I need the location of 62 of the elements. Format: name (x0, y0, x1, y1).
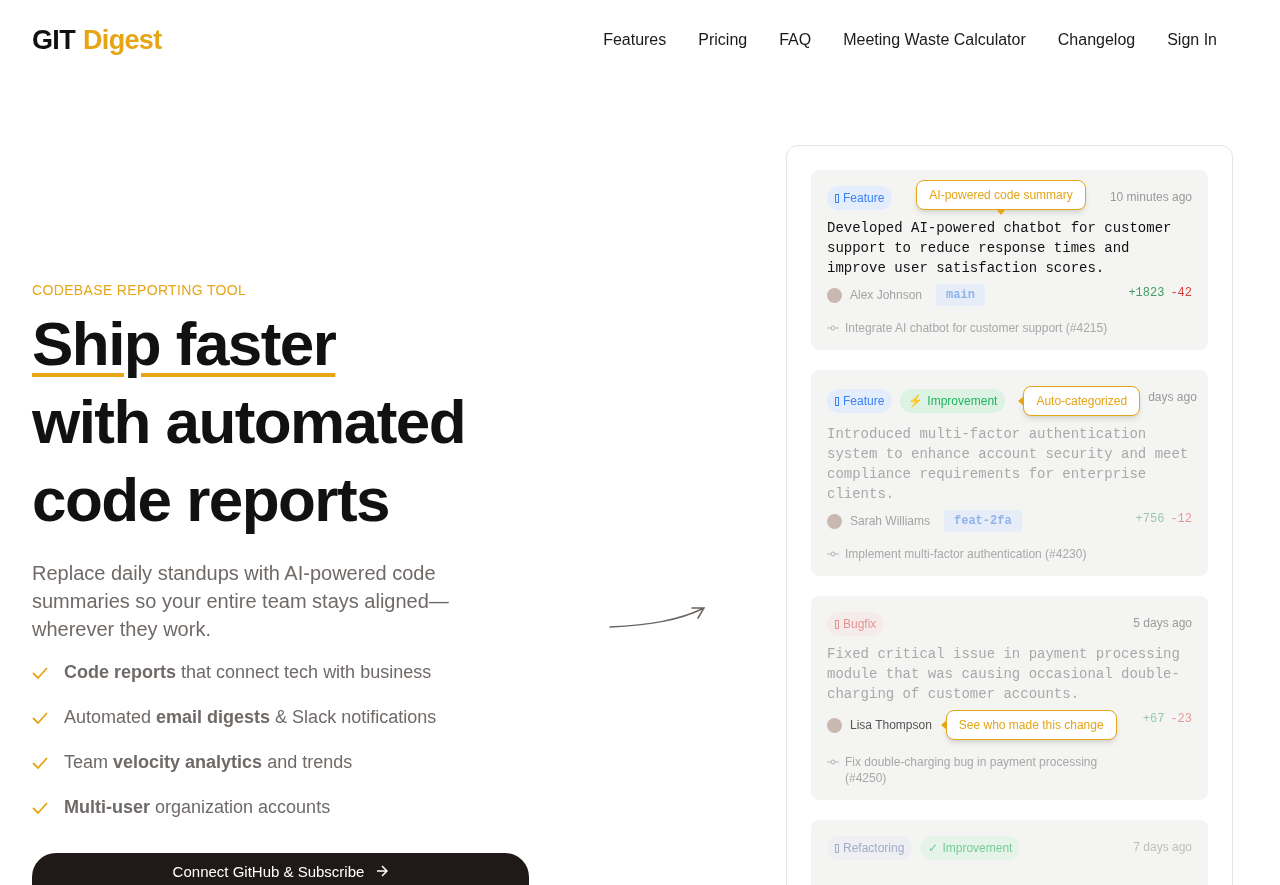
tooltip-pointer (996, 209, 1007, 215)
timestamp: 5 days ago (1133, 615, 1192, 632)
author-name: Alex Johnson (850, 287, 923, 304)
check-icon (32, 711, 48, 724)
category-tag: Feature (827, 186, 893, 210)
commit-title: Fix double-charging bug in payment processing (#4250) (845, 754, 1099, 786)
category-tag: Feature (827, 389, 893, 413)
commit-summary: Introduced multi-factor authentication system to enhance account security and meet compliance requirements for enterprise clients. (827, 425, 1190, 504)
tooltip-pointer (940, 720, 947, 730)
feature-text: Team velocity analytics and trends (64, 751, 353, 774)
commit-summary: Fixed critical issue in payment processing module that was causing occasional double-charging of customer accounts. (827, 645, 1181, 704)
additions-count: +1823 (1128, 285, 1165, 302)
author-name: Lisa Thompson (850, 717, 932, 734)
nav-link[interactable]: Sign In (1167, 28, 1217, 52)
commit-icon (827, 758, 839, 766)
avatar (827, 513, 842, 529)
avatar (827, 287, 842, 303)
check-icon (32, 756, 48, 769)
category-tag: ✓ Improvement (920, 836, 1021, 860)
deletions-count: -23 (1170, 711, 1192, 728)
additions-count: +756 (1135, 511, 1165, 528)
avatar (827, 717, 842, 733)
box-icon (835, 396, 839, 406)
connect-button[interactable]: Connect GitHub & Subscribe (32, 853, 529, 885)
deletions-count: -12 (1170, 511, 1192, 528)
eyebrow-text: CODEBASE REPORTING TOOL (32, 281, 248, 300)
box-icon (835, 843, 839, 853)
commit-title: Implement multi-factor authentication (#4230) (845, 546, 1087, 562)
category-tag: Bugfix (827, 612, 885, 636)
branch-tag: main (936, 284, 985, 306)
branch-tag: feat-2fa (944, 510, 1022, 532)
commit-icon (827, 550, 839, 558)
category-tag: ⚡ Improvement (900, 389, 1006, 413)
timestamp: 10 minutes ago (1109, 189, 1192, 206)
lead-paragraph: Replace daily standups with AI-powered code summaries so your entire team stays aligned—wherever they work. (32, 561, 450, 642)
check-icon (32, 801, 48, 814)
box-icon (835, 619, 839, 629)
commit-summary: Developed AI-powered chatbot for customer support to reduce response times and improve user satisfaction scores. (827, 219, 1173, 278)
headline: with automated (32, 386, 466, 458)
additions-count: +67 (1142, 711, 1165, 728)
nav-link[interactable]: Pricing (698, 28, 748, 52)
nav-link[interactable]: Changelog (1057, 28, 1136, 52)
feature-text: Multi-user organization accounts (64, 796, 331, 819)
author-name: Sarah Williams (850, 513, 930, 530)
timestamp: days ago (1148, 389, 1197, 406)
commit-title: Integrate AI chatbot for customer support (#4215) (845, 320, 1108, 336)
headline: Ship faster (32, 308, 336, 380)
deletions-count: -42 (1170, 285, 1192, 302)
check-icon (32, 666, 48, 679)
feature-text: Code reports that connect tech with business (64, 661, 432, 684)
nav-link[interactable]: Meeting Waste Calculator (843, 28, 1026, 52)
category-tag: Refactoring (827, 836, 913, 860)
nav-link[interactable]: Features (603, 28, 667, 52)
commit-icon (827, 324, 839, 332)
feature-text: Automated email digests & Slack notifications (64, 706, 437, 729)
curved-arrow-icon (608, 605, 708, 631)
arrow-icon (376, 865, 389, 877)
box-icon (835, 193, 839, 203)
nav-link[interactable]: FAQ (779, 28, 812, 52)
tooltip-pointer (1018, 396, 1025, 406)
logo-text[interactable]: GIT (32, 19, 75, 61)
headline: code reports (32, 464, 390, 536)
